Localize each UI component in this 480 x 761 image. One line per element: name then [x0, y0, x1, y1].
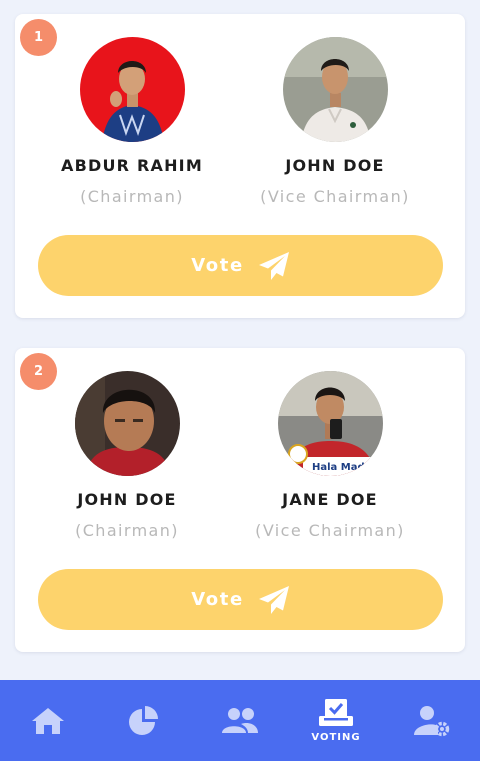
vote-button[interactable]: Vote: [38, 235, 443, 296]
paper-plane-icon: [258, 585, 289, 614]
candidate-role: (Chairman): [80, 187, 184, 206]
candidate-photo-avatar: [282, 37, 388, 142]
candidate-chairman: ABDUR RAHIM (Chairman): [32, 37, 232, 206]
candidate-photo-avatar: [74, 371, 180, 476]
candidate-photo-avatar: Hala Mad: [277, 371, 383, 476]
nav-item-results[interactable]: [96, 680, 192, 761]
paper-plane-icon: [258, 251, 289, 280]
candidate-name: JANE DOE: [282, 490, 378, 509]
nav-label-voting: VOTING: [311, 731, 361, 743]
candidate-chairman: JOHN DOE (Chairman): [27, 371, 227, 540]
candidate-name: JOHN DOE: [77, 490, 177, 509]
candidate-role: (Chairman): [75, 521, 179, 540]
candidate-vice-chairman: JOHN DOE (Vice Chairman): [235, 37, 435, 206]
home-icon: [32, 707, 64, 734]
candidate-photo-avatar: [79, 37, 185, 142]
nav-item-candidates[interactable]: [192, 680, 288, 761]
candidate-role: (Vice Chairman): [260, 187, 410, 206]
candidate-role: (Vice Chairman): [255, 521, 405, 540]
ballot-check-icon: [319, 698, 353, 726]
pie-chart-icon: [129, 705, 158, 735]
photo-shirt-text: Hala Mad: [312, 462, 365, 473]
candidate-pair-card-1: 1 ABDUR RAHIM (Chairman) JOHN DOE (Vice …: [15, 14, 465, 318]
candidate-name: ABDUR RAHIM: [61, 156, 203, 175]
nav-item-voting[interactable]: VOTING: [288, 680, 384, 761]
vote-button-label: Vote: [191, 255, 244, 276]
vote-button-label: Vote: [191, 589, 244, 610]
nav-item-account-settings[interactable]: [384, 680, 480, 761]
user-settings-icon: [414, 705, 450, 736]
bottom-navigation-bar: VOTING: [0, 680, 480, 761]
users-icon: [222, 707, 258, 733]
candidate-name: JOHN DOE: [285, 156, 385, 175]
candidate-vice-chairman: Hala Mad JANE DOE (Vice Chairman): [230, 371, 430, 540]
candidate-pair-card-2: 2 JOHN DOE (Chairman) Hala Mad JANE DOE …: [15, 348, 465, 652]
nav-item-home[interactable]: [0, 680, 96, 761]
vote-button[interactable]: Vote: [38, 569, 443, 630]
